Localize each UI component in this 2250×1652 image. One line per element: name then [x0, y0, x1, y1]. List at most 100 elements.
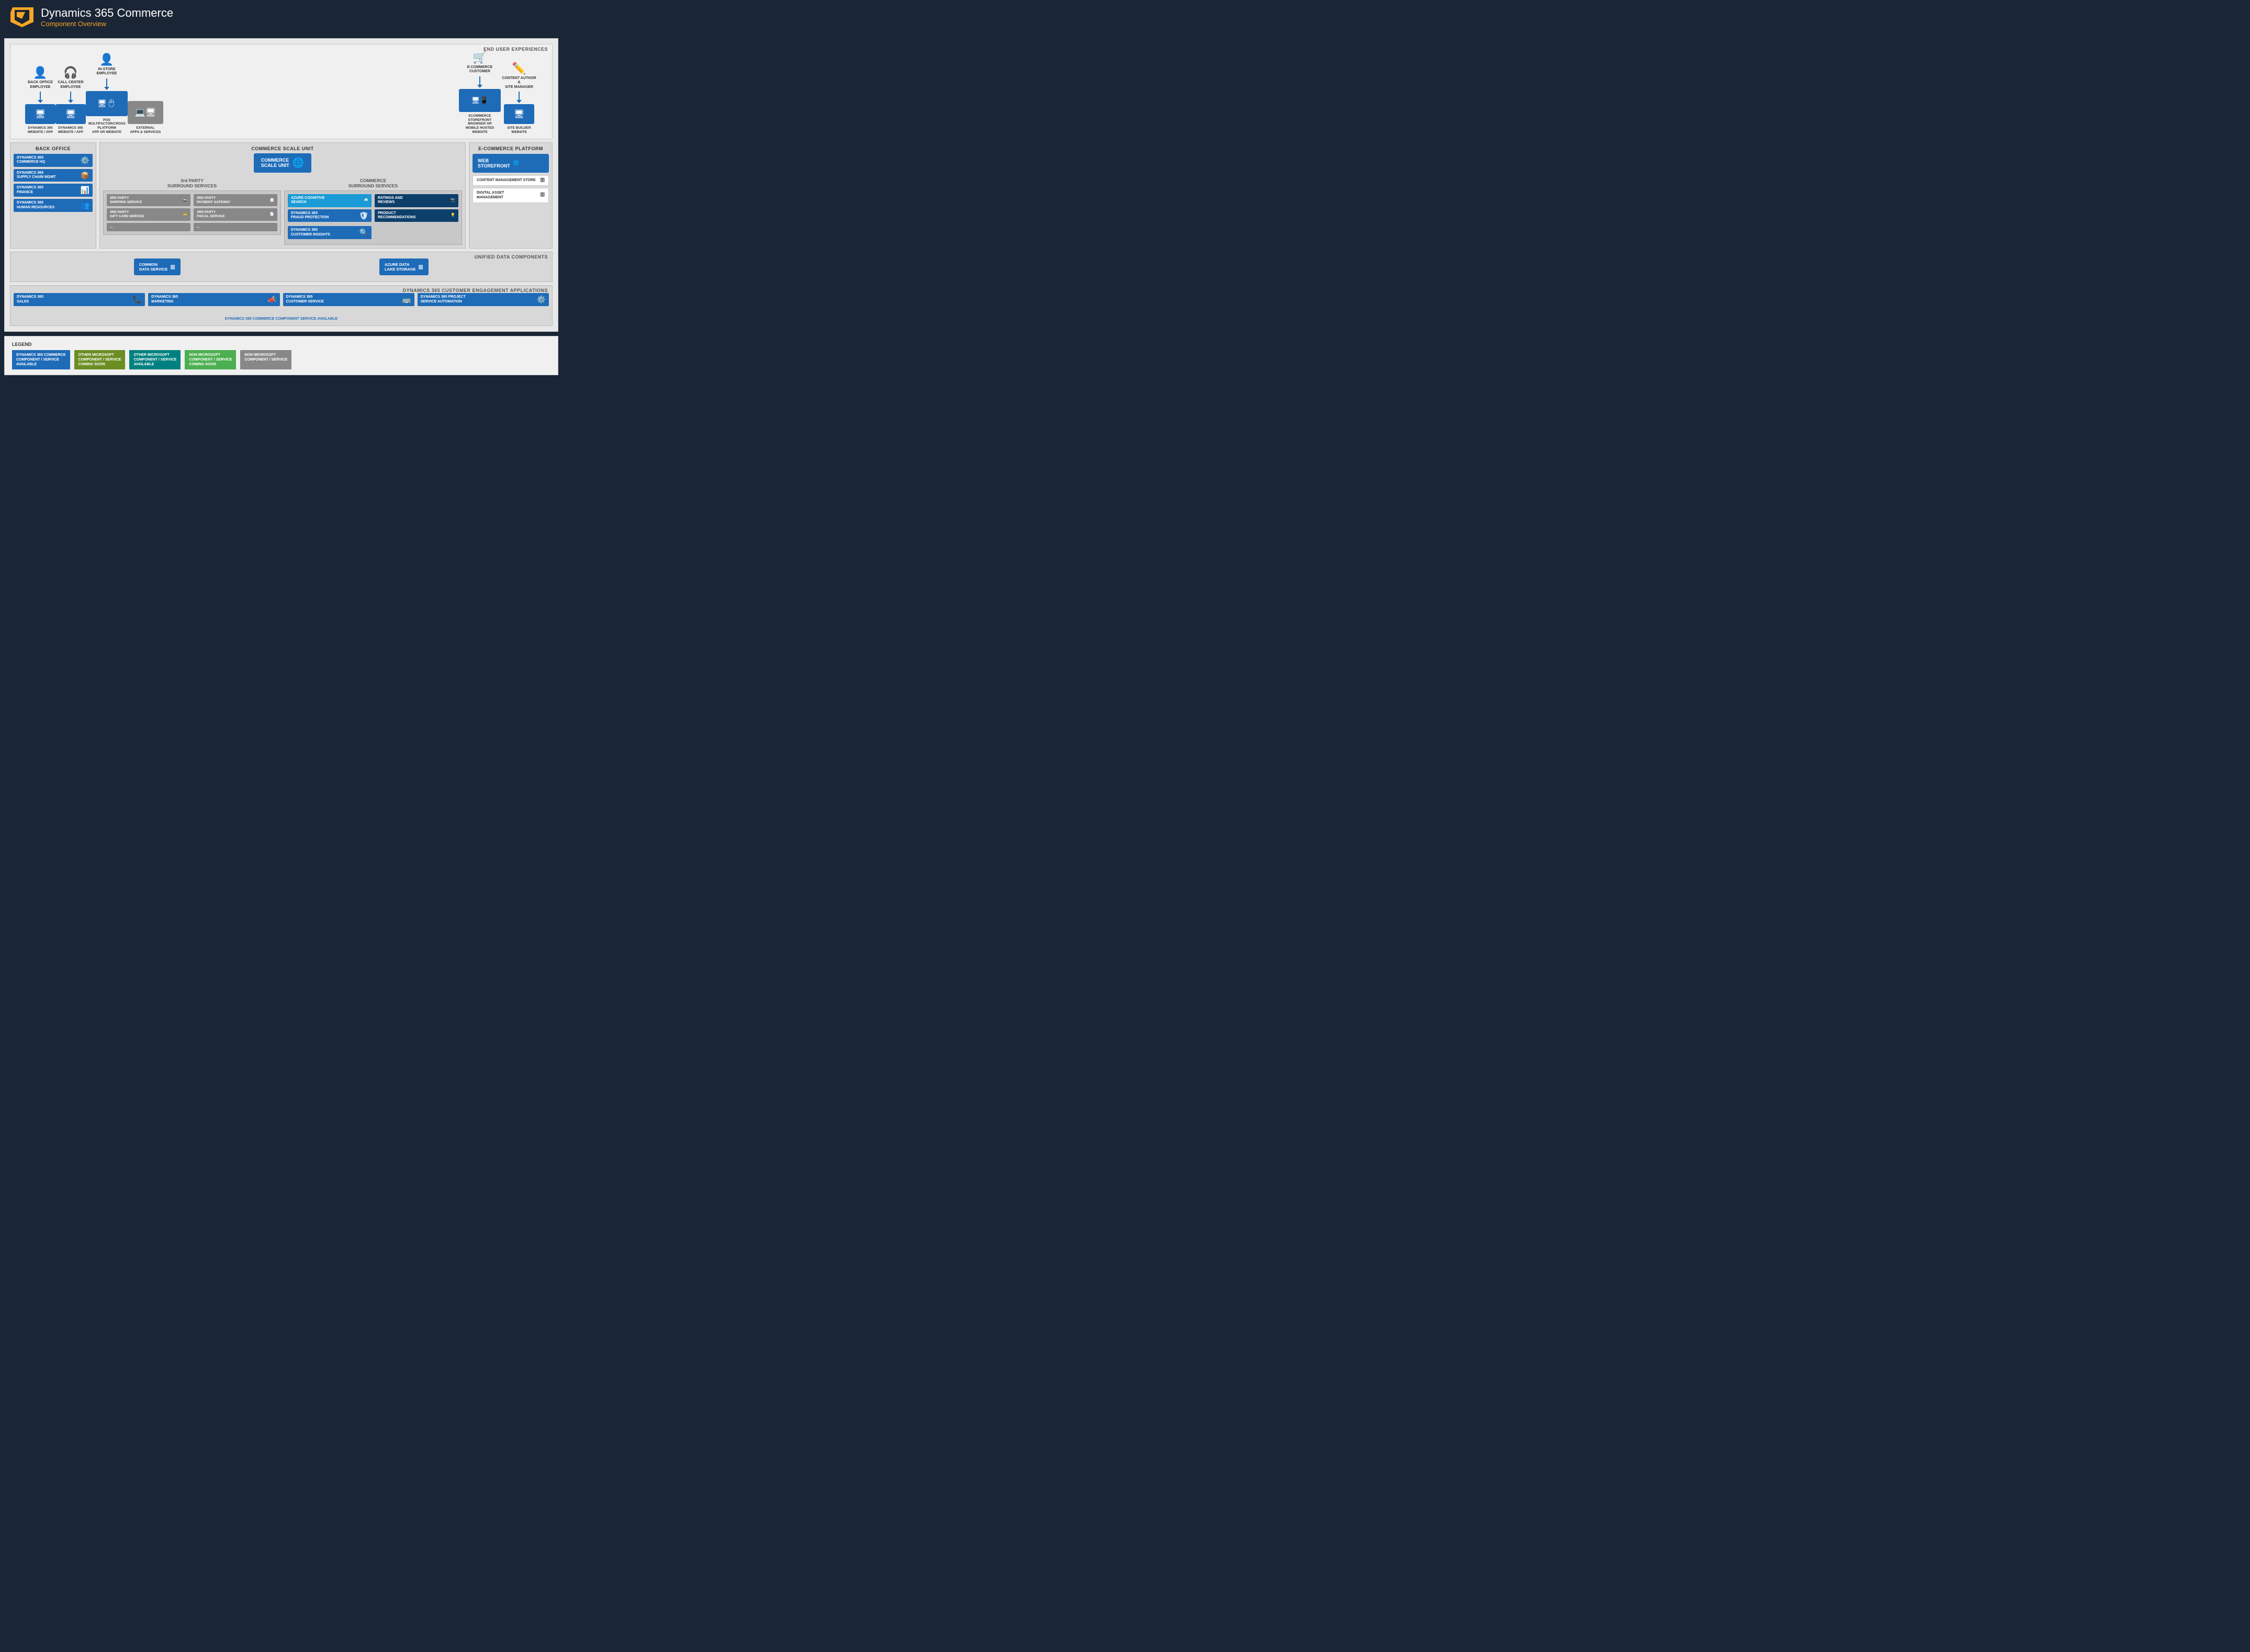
card-d365-project-service: DYNAMICS 365 PROJECTSERVICE AUTOMATION ⚙… [418, 293, 549, 306]
commerce-surround-right: RATINGS ANDREVIEWS 📷 PRODUCTRECOMMENDATI… [375, 194, 458, 241]
arrow-in-store [106, 78, 107, 88]
user-content-author: ✏️ CONTENT AUTHOR &SITE MANAGER 🖥 SITE B… [501, 62, 537, 134]
card-digital-asset: DIGITAL ASSETMANAGEMENT 🗄 [473, 188, 549, 203]
fiscal-icon: 📄 [270, 212, 274, 217]
back-office-section-label: BACK OFFICE [14, 146, 93, 151]
end-user-row: 👤 BACK OFFICEEMPLOYEE 🖥 DYNAMICS 365WEBS… [15, 49, 548, 134]
commerce-hq-icon: ⚙️ [81, 156, 89, 165]
web-storefront-label: WEBSTOREFRONT [478, 158, 510, 168]
common-data-service-box: COMMONDATA SERVICE 🗄 [134, 259, 181, 275]
shipping-label: 3RD PARTYSHIPPING SERVICE [110, 196, 142, 205]
web-storefront-icon: 🌐 [513, 160, 519, 166]
content-author-icon: ✏️ [512, 62, 526, 75]
card-supply-chain: DYNAMICS 365SUPPLY CHAIN MGMT 📦 [14, 169, 93, 182]
third-party-right-col: 3RD PARTYPAYMENT GATEWAY 🏛 3RD PARTYFISC… [194, 194, 277, 231]
legend-non-microsoft-coming-soon: NON MICROSOFTCOMPONENT / SERVICECOMING S… [185, 350, 236, 369]
customer-service-icon: 🚌 [402, 295, 411, 304]
arrow-back-office [40, 92, 41, 101]
call-center-device: 🖥 [55, 104, 86, 124]
ratings-icon: 📷 [451, 198, 455, 203]
third-party-surround: 3rd PARTYSURROUND SERVICES 3RD PARTYSHIP… [103, 178, 281, 245]
back-office-device-label: DYNAMICS 365WEBSITE / APP [28, 126, 53, 134]
in-store-person-icon: 👤 [99, 53, 114, 66]
app-subtitle: Component Overview [41, 20, 173, 28]
customer-engagement-label: DYNAMICS 365 CUSTOMER ENGAGEMENT APPLICA… [403, 288, 548, 293]
pos-device: 🖥🖱 [86, 91, 128, 116]
back-office-device: 🖥 [25, 104, 55, 124]
back-office-person-icon: 👤 [33, 66, 47, 80]
payment-label: 3RD PARTYPAYMENT GATEWAY [197, 196, 230, 205]
commerce-available-banner: DYNAMICS 365 COMMERCE COMPONENT SERVICE … [14, 313, 549, 322]
third-party-inner: 3RD PARTYSHIPPING SERVICE 🚢 3RD PARTYGIF… [103, 190, 281, 235]
content-author-label: CONTENT AUTHOR &SITE MANAGER [501, 76, 537, 89]
project-service-label: DYNAMICS 365 PROJECTSERVICE AUTOMATION [421, 295, 466, 304]
call-center-device-label: DYNAMICS 365WEBSITE / APP [58, 126, 83, 134]
external-apps-label: EXTERNALAPPS & SERVICES [130, 126, 161, 134]
card-fiscal-service: 3RD PARTYFISCAL SERVICE 📄 [194, 208, 277, 221]
commerce-surround: COMMERCESURROUND SERVICES AZURE COGNITIV… [284, 178, 462, 245]
commerce-available-text: DYNAMICS 365 COMMERCE COMPONENT SERVICE … [225, 317, 338, 321]
card-product-recommendations: PRODUCTRECOMMENDATIONS 💡 [375, 209, 458, 222]
back-office-panel: BACK OFFICE DYNAMICS 365COMMERCE HQ ⚙️ D… [10, 142, 96, 249]
more-right-label: ... [197, 225, 199, 229]
end-user-label: END USER EXPERIENCES [483, 47, 548, 52]
digital-asset-label: DIGITAL ASSETMANAGEMENT [477, 191, 504, 200]
ecommerce-device: 🖥📱 [459, 89, 501, 112]
card-content-management: CONTENT MANAGEMENT STORE 🗄 [473, 175, 549, 186]
in-store-label: IN-STOREEMPLOYEE [97, 68, 117, 76]
ecommerce-person-icon: 🛒 [473, 51, 487, 64]
azure-data-lake-box: AZURE DATALAKE STORAGE 🗄 [379, 259, 429, 275]
pos-device-label: POSMULTIFACTOR/CROSS PLATFORMAPP OR WEBS… [88, 118, 125, 134]
app-title: Dynamics 365 Commerce [41, 6, 173, 20]
customer-insights-label: DYNAMICS 365CUSTOMER INSIGHTS [291, 228, 330, 237]
legend-d365-available: DYNAMICS 365 COMMERCECOMPONENT / SERVICE… [12, 350, 70, 369]
unified-data-label: UNIFIED DATA COMPONENTS [475, 254, 548, 260]
azure-data-lake-label: AZURE DATALAKE STORAGE [385, 262, 415, 272]
fraud-label: DYNAMICS 365FRAUD PROTECTION [291, 211, 329, 220]
legend-section: LEGEND DYNAMICS 365 COMMERCECOMPONENT / … [4, 336, 558, 375]
digital-asset-icon: 🗄 [540, 193, 545, 197]
azure-search-icon: ☁️ [364, 198, 368, 203]
azure-data-lake-icon: 🗄 [418, 265, 423, 269]
card-third-party-more-right: ... [194, 223, 277, 231]
gift-card-label: 3RD PARTYGIFT CARD SERVICE [110, 210, 144, 219]
customer-service-label: DYNAMICS 365CUSTOMER SERVICE [286, 295, 324, 304]
commerce-hq-label: DYNAMICS 365COMMERCE HQ [17, 156, 45, 165]
common-data-service-icon: 🗄 [170, 265, 175, 269]
gift-card-icon: 💳 [183, 212, 187, 217]
finance-icon: 📊 [81, 186, 89, 195]
card-azure-search: AZURE COGNITIVESEARCH ☁️ [288, 194, 372, 207]
third-party-label: 3rd PARTYSURROUND SERVICES [103, 178, 281, 188]
site-builder-device: 🖥 [504, 104, 534, 124]
marketing-icon: 📣 [267, 295, 276, 304]
card-customer-insights: DYNAMICS 365CUSTOMER INSIGHTS 🔍 [288, 226, 372, 239]
content-mgmt-icon: 🗄 [540, 178, 545, 183]
card-d365-sales: DYNAMICS 365SALES 📞 [14, 293, 145, 306]
header-text: Dynamics 365 Commerce Component Overview [41, 6, 173, 28]
customer-engagement-content: DYNAMICS 365SALES 📞 DYNAMICS 365MARKETIN… [14, 291, 549, 310]
hr-label: DYNAMICS 365HUMAN RESOURCES [17, 201, 54, 210]
card-commerce-hq: DYNAMICS 365COMMERCE HQ ⚙️ [14, 154, 93, 167]
user-in-store: 👤 IN-STOREEMPLOYEE 🖥🖱 POSMULTIFACTOR/CRO… [86, 53, 128, 134]
ecommerce-platform-label: E-COMMERCE PLATFORM [473, 146, 549, 151]
arrow-call-center [70, 92, 71, 101]
legend-microsoft-coming-soon: OTHER MICROSOFTCOMPONENT / SERVICECOMING… [74, 350, 126, 369]
ecommerce-label: E-COMMERCECUSTOMER [467, 65, 493, 74]
legend-title: LEGEND [12, 342, 550, 347]
csu-section-label: COMMERCE SCALE UNIT [103, 146, 462, 151]
card-third-party-more-left: ... [107, 223, 190, 231]
supply-chain-label: DYNAMICS 365SUPPLY CHAIN MGMT [17, 171, 56, 180]
marketing-label: DYNAMICS 365MARKETING [151, 295, 178, 304]
unified-data-content: COMMONDATA SERVICE 🗄 AZURE DATALAKE STOR… [14, 255, 549, 278]
csu-label-text: COMMERCESCALE UNIT [261, 158, 289, 168]
card-human-resources: DYNAMICS 365HUMAN RESOURCES 👥 [14, 199, 93, 212]
more-left-label: ... [110, 225, 113, 229]
ratings-label: RATINGS ANDREVIEWS [378, 196, 403, 205]
fraud-icon: 🛡 [359, 211, 368, 220]
dynamics-logo-icon [10, 7, 33, 27]
card-finance: DYNAMICS 365FINANCE 📊 [14, 184, 93, 197]
card-d365-customer-service: DYNAMICS 365CUSTOMER SERVICE 🚌 [283, 293, 414, 306]
ecommerce-device-label: ECOMMERCE STOREFRONTBROWSER OR MOBILE HO… [462, 114, 498, 134]
call-center-person-icon: 🎧 [63, 66, 77, 80]
fiscal-label: 3RD PARTYFISCAL SERVICE [197, 210, 225, 219]
